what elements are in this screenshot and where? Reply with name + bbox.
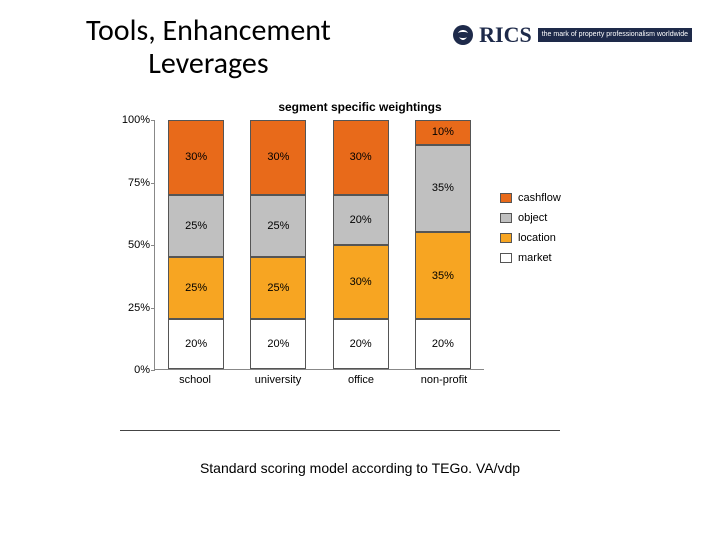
legend-market: market [500,252,561,264]
seg-market: 20% [333,319,389,369]
legend-object: object [500,212,561,224]
bar-university: 30% 25% 25% 20% [250,120,306,369]
seg-location: 35% [415,232,471,319]
y-tick-50: 50% [104,239,150,251]
legend: cashflow object location market [500,184,561,272]
seg-location: 25% [250,257,306,319]
x-label-school: school [160,374,230,386]
legend-label: object [518,212,547,224]
seg-cashflow: 10% [415,120,471,145]
divider [120,430,560,431]
legend-label: market [518,252,552,264]
y-tick-75: 75% [104,177,150,189]
seg-object: 25% [250,195,306,257]
legend-location: location [500,232,561,244]
slide-title-line1: Tools, Enhancement [86,12,331,49]
seg-object: 25% [168,195,224,257]
slide-title: Tools, Enhancement Leverages [86,14,331,80]
bar-nonprofit: 10% 35% 35% 20% [415,120,471,369]
seg-location: 25% [168,257,224,319]
seg-cashflow: 30% [250,120,306,195]
legend-cashflow: cashflow [500,192,561,204]
bar-office: 30% 20% 30% 20% [333,120,389,369]
seg-market: 20% [168,319,224,369]
chart: segment specific weightings 100% 75% 50%… [100,100,620,430]
logo-text: RICS [451,22,532,48]
y-tick-25: 25% [104,302,150,314]
swatch-cashflow [500,193,512,203]
legend-label: location [518,232,556,244]
seg-object: 35% [415,145,471,232]
chart-body: 100% 75% 50% 25% 0% 30% 25% 25% 20% 30% … [100,120,620,400]
swatch-location [500,233,512,243]
x-label-university: university [243,374,313,386]
seg-object: 20% [333,195,389,245]
tick-mark [151,370,155,371]
slide-title-line2: Leverages [148,45,268,82]
swatch-object [500,213,512,223]
rics-logo: RICS the mark of property professionalis… [451,22,692,48]
swatch-market [500,253,512,263]
legend-label: cashflow [518,192,561,204]
chart-title: segment specific weightings [100,100,620,114]
seg-market: 20% [250,319,306,369]
x-label-office: office [326,374,396,386]
caption: Standard scoring model according to TEGo… [0,460,720,476]
seg-cashflow: 30% [168,120,224,195]
seg-market: 20% [415,319,471,369]
y-tick-0: 0% [104,364,150,376]
logo-tagline: the mark of property professionalism wor… [538,28,692,42]
plot-area: 30% 25% 25% 20% 30% 25% 25% 20% 30% 20% … [154,120,484,370]
bars-container: 30% 25% 25% 20% 30% 25% 25% 20% 30% 20% … [155,120,484,369]
x-label-nonprofit: non-profit [409,374,479,386]
lion-icon [451,23,475,47]
y-tick-100: 100% [104,114,150,126]
bar-school: 30% 25% 25% 20% [168,120,224,369]
logo-text-label: RICS [479,22,532,48]
seg-location: 30% [333,245,389,320]
seg-cashflow: 30% [333,120,389,195]
